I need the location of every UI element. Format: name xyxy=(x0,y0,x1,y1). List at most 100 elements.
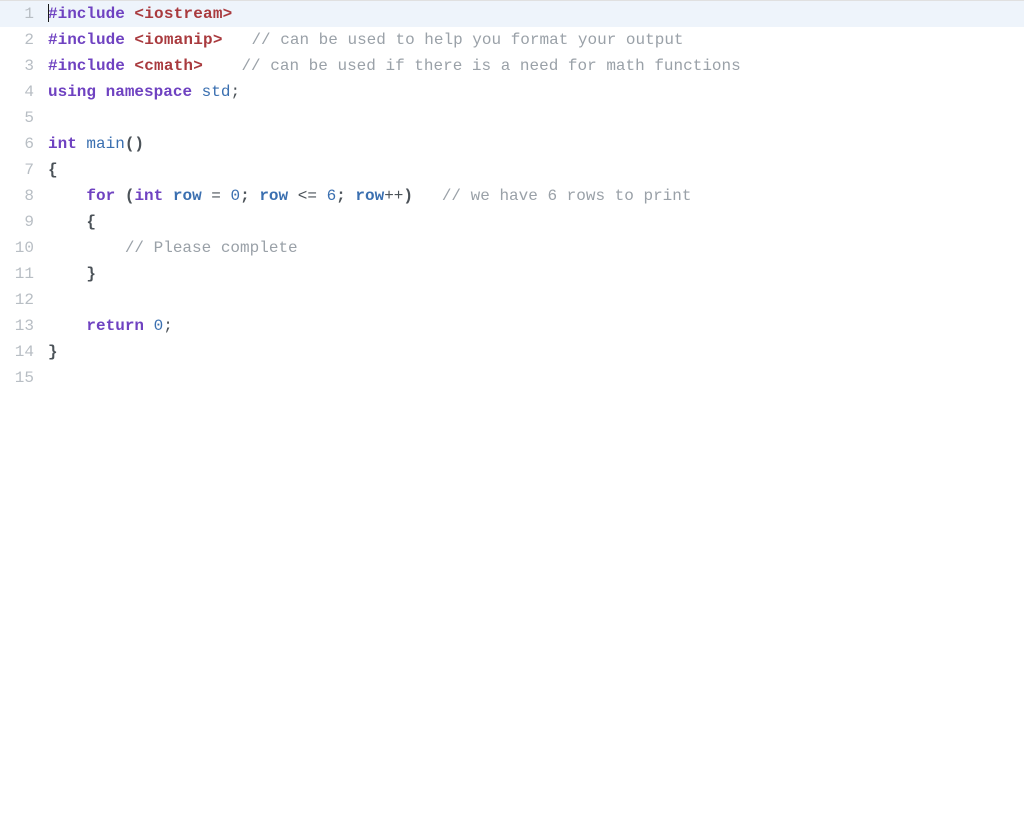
code-token: () xyxy=(125,135,144,153)
code-token: row xyxy=(259,187,288,205)
code-token xyxy=(346,187,356,205)
line-number: 5 xyxy=(0,105,48,131)
code-content[interactable]: int main() xyxy=(48,131,1024,157)
line-number: 10 xyxy=(0,235,48,261)
code-token: } xyxy=(86,265,96,283)
code-content[interactable]: } xyxy=(48,339,1024,365)
code-token: int xyxy=(134,187,163,205)
code-token xyxy=(125,31,135,49)
line-number: 11 xyxy=(0,261,48,287)
code-token xyxy=(192,83,202,101)
code-token xyxy=(413,187,442,205)
code-line[interactable]: 13 return 0; xyxy=(0,313,1024,339)
text-cursor xyxy=(48,4,49,22)
line-number: 7 xyxy=(0,157,48,183)
code-content[interactable]: for (int row = 0; row <= 6; row++) // we… xyxy=(48,183,1024,209)
code-token: ; xyxy=(336,187,346,205)
code-token: // we have 6 rows to print xyxy=(442,187,692,205)
code-token xyxy=(163,187,173,205)
code-token: // can be used if there is a need for ma… xyxy=(241,57,740,75)
code-token xyxy=(250,187,260,205)
code-content[interactable]: using namespace std; xyxy=(48,79,1024,105)
code-token xyxy=(125,5,135,23)
code-token xyxy=(203,57,241,75)
code-token xyxy=(48,213,86,231)
code-content[interactable]: { xyxy=(48,209,1024,235)
line-number: 3 xyxy=(0,53,48,79)
line-number: 14 xyxy=(0,339,48,365)
code-token: row xyxy=(355,187,384,205)
code-content[interactable]: return 0; xyxy=(48,313,1024,339)
code-token: #include xyxy=(48,31,125,49)
code-token xyxy=(96,83,106,101)
code-line[interactable]: 11 } xyxy=(0,261,1024,287)
code-editor[interactable]: 1#include <iostream>2#include <iomanip> … xyxy=(0,1,1024,391)
code-token: #include xyxy=(48,5,125,23)
code-line[interactable]: 10 // Please complete xyxy=(0,235,1024,261)
code-line[interactable]: 3#include <cmath> // can be used if ther… xyxy=(0,53,1024,79)
code-token: <iostream> xyxy=(134,5,232,23)
code-token: using xyxy=(48,83,96,101)
code-token: for xyxy=(86,187,115,205)
code-token: ) xyxy=(403,187,413,205)
line-number: 2 xyxy=(0,27,48,53)
code-token xyxy=(202,187,212,205)
code-line[interactable]: 7{ xyxy=(0,157,1024,183)
code-token xyxy=(223,31,252,49)
code-token: ; xyxy=(240,187,250,205)
line-number: 12 xyxy=(0,287,48,313)
code-line[interactable]: 12 xyxy=(0,287,1024,313)
code-token: // Please complete xyxy=(125,239,298,257)
code-content[interactable]: #include <iostream> xyxy=(48,1,1024,27)
code-token: { xyxy=(48,161,58,179)
code-line[interactable]: 2#include <iomanip> // can be used to he… xyxy=(0,27,1024,53)
code-token: 0 xyxy=(154,317,164,335)
code-content[interactable]: } xyxy=(48,261,1024,287)
code-token: <cmath> xyxy=(134,57,203,75)
code-token: } xyxy=(48,343,58,361)
code-token xyxy=(48,317,86,335)
line-number: 13 xyxy=(0,313,48,339)
line-number: 9 xyxy=(0,209,48,235)
code-token xyxy=(48,187,86,205)
code-line[interactable]: 6int main() xyxy=(0,131,1024,157)
code-token xyxy=(77,135,87,153)
code-token: main xyxy=(86,135,124,153)
code-line[interactable]: 8 for (int row = 0; row <= 6; row++) // … xyxy=(0,183,1024,209)
code-line[interactable]: 14} xyxy=(0,339,1024,365)
code-token xyxy=(317,187,327,205)
code-token: // can be used to help you format your o… xyxy=(251,31,683,49)
code-content[interactable]: #include <cmath> // can be used if there… xyxy=(48,53,1024,79)
code-token: std xyxy=(202,83,231,101)
code-content[interactable]: #include <iomanip> // can be used to hel… xyxy=(48,27,1024,53)
code-token: 6 xyxy=(327,187,337,205)
code-token xyxy=(288,187,298,205)
code-token xyxy=(115,187,125,205)
code-content[interactable]: // Please complete xyxy=(48,235,1024,261)
line-number: 8 xyxy=(0,183,48,209)
code-token: ( xyxy=(125,187,135,205)
code-token: <= xyxy=(298,187,317,205)
code-token xyxy=(221,187,231,205)
code-line[interactable]: 4using namespace std; xyxy=(0,79,1024,105)
code-line[interactable]: 1#include <iostream> xyxy=(0,1,1024,27)
code-line[interactable]: 5 xyxy=(0,105,1024,131)
code-token: int xyxy=(48,135,77,153)
code-token: ++ xyxy=(384,187,403,205)
line-number: 1 xyxy=(0,1,48,27)
code-token: namespace xyxy=(106,83,192,101)
code-line[interactable]: 9 { xyxy=(0,209,1024,235)
code-token xyxy=(125,57,135,75)
code-token: <iomanip> xyxy=(134,31,222,49)
line-number: 4 xyxy=(0,79,48,105)
code-content[interactable]: { xyxy=(48,157,1024,183)
code-token: row xyxy=(173,187,202,205)
code-line[interactable]: 15 xyxy=(0,365,1024,391)
code-token: ; xyxy=(163,317,173,335)
code-token: = xyxy=(211,187,221,205)
code-token: ; xyxy=(230,83,240,101)
code-token: return xyxy=(86,317,144,335)
line-number: 6 xyxy=(0,131,48,157)
line-number: 15 xyxy=(0,365,48,391)
code-token: #include xyxy=(48,57,125,75)
